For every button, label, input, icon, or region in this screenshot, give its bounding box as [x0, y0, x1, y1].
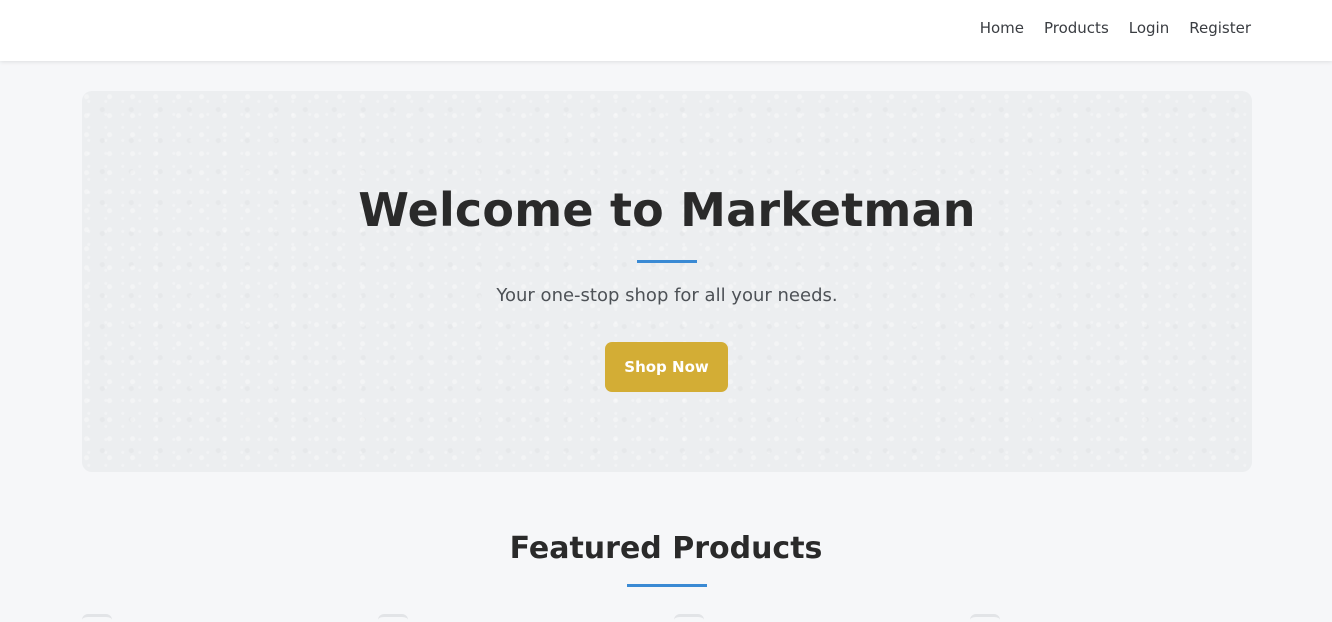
hero-banner: Welcome to Marketman Your one-stop shop …	[82, 91, 1252, 472]
product-card-peek	[378, 614, 408, 622]
nav-link-login[interactable]: Login	[1129, 19, 1169, 37]
shop-now-button[interactable]: Shop Now	[605, 342, 728, 392]
featured-products-title: Featured Products	[509, 531, 823, 566]
hero-divider	[637, 260, 697, 263]
top-navbar: Home Products Login Register	[0, 0, 1332, 61]
product-card-peek	[674, 614, 704, 622]
featured-products-divider	[627, 584, 707, 587]
nav-link-home[interactable]: Home	[980, 19, 1024, 37]
product-card-peek	[82, 614, 112, 622]
nav-links: Home Products Login Register	[980, 0, 1251, 56]
product-card-peek	[970, 614, 1000, 622]
nav-link-register[interactable]: Register	[1189, 19, 1251, 37]
hero-title: Welcome to Marketman	[358, 183, 976, 237]
hero-subtitle: Your one-stop shop for all your needs.	[496, 285, 838, 306]
nav-link-products[interactable]: Products	[1044, 19, 1109, 37]
